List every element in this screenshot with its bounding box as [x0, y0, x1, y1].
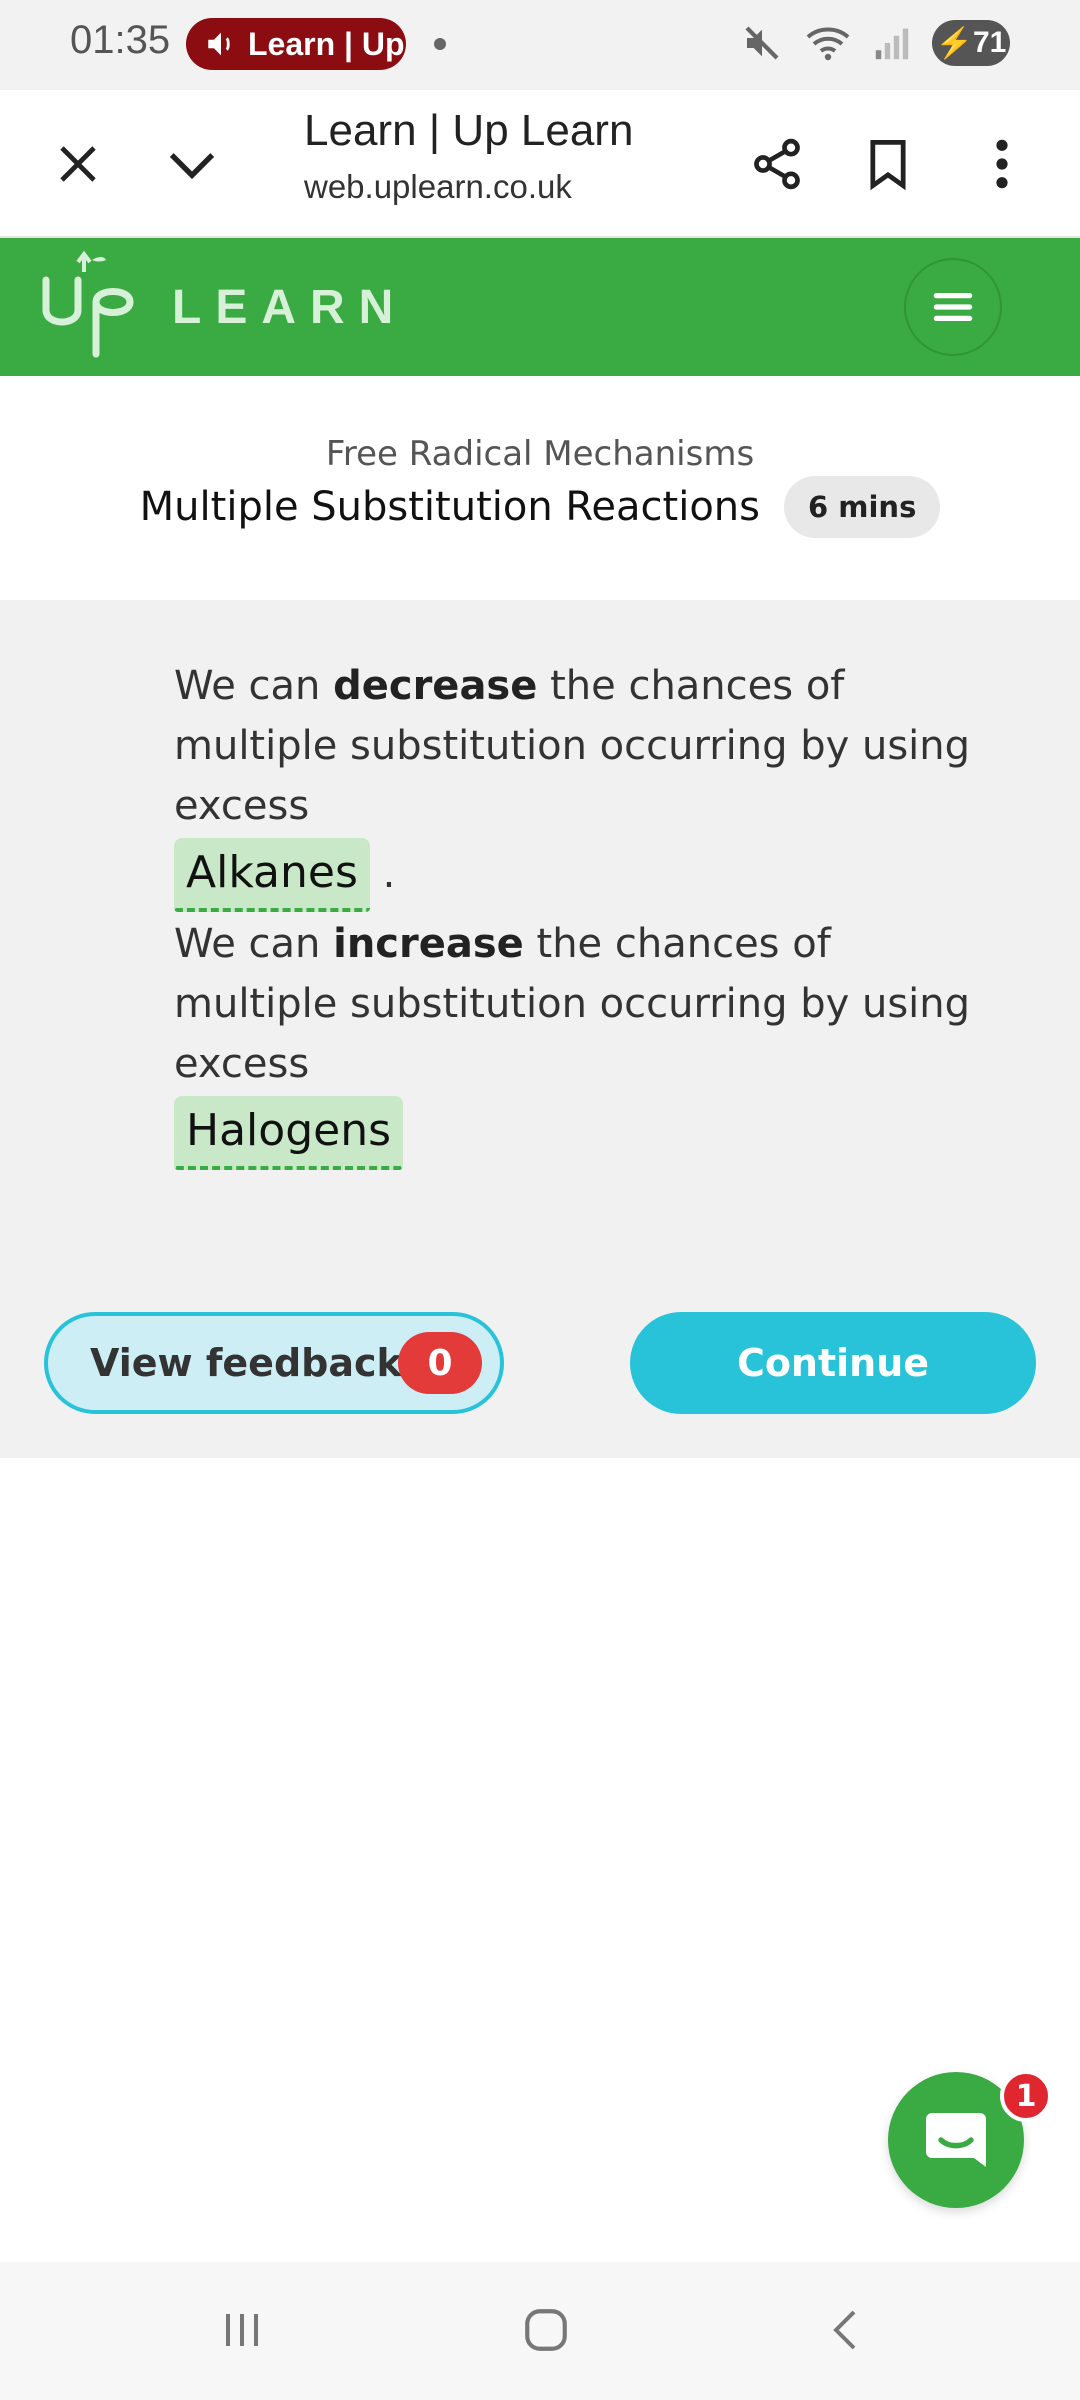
status-icons: ⚡ 71 [742, 20, 1010, 66]
system-nav-bar [0, 2262, 1080, 2400]
site-logo[interactable]: LEARN [38, 248, 407, 366]
share-icon [754, 138, 800, 190]
chevron-down-icon [169, 153, 215, 180]
statement-2-emphasis: increase [333, 921, 524, 967]
recent-apps-button[interactable] [192, 2290, 292, 2370]
close-icon [60, 146, 96, 182]
continue-button[interactable]: Continue [630, 1312, 1036, 1414]
back-button[interactable] [796, 2290, 896, 2370]
lesson-header: Free Radical Mechanisms Multiple Substit… [0, 376, 1080, 600]
more-options-button[interactable] [962, 124, 1042, 204]
site-header: LEARN [0, 238, 1080, 376]
view-feedback-label: View feedback [90, 1341, 402, 1385]
recent-apps-icon [226, 2314, 258, 2346]
notification-dot [434, 38, 446, 50]
statement-1-suffix: . [382, 851, 396, 897]
battery-level: 71 [972, 26, 1007, 59]
status-time: 01:35 [70, 18, 171, 62]
lesson-title-row: Multiple Substitution Reactions 6 mins [0, 476, 1080, 538]
hamburger-menu-icon [933, 293, 973, 321]
back-icon [833, 2310, 856, 2350]
close-tab-button[interactable] [38, 124, 118, 204]
home-button[interactable] [496, 2290, 596, 2370]
wifi-icon [806, 27, 850, 61]
home-icon [525, 2309, 567, 2351]
statement-1: We can decrease the chances of multiple … [174, 656, 974, 912]
minimize-button[interactable] [152, 124, 232, 204]
mute-icon [745, 26, 779, 60]
page-title: Learn | Up Learn [304, 106, 634, 155]
lesson-title: Multiple Substitution Reactions [139, 484, 760, 530]
question-area: We can decrease the chances of multiple … [0, 600, 1080, 1458]
statement-1-prefix: We can [174, 663, 334, 709]
signal-icon [875, 28, 909, 60]
status-bar: 01:35 Learn | Up ⚡ 71 [0, 0, 1080, 90]
logo-wordmark: LEARN [172, 280, 408, 334]
bookmark-button[interactable] [848, 124, 928, 204]
media-chip-label: Learn | Up [248, 25, 405, 62]
view-feedback-button[interactable]: View feedback 0 [44, 1312, 504, 1414]
answer-2-blank[interactable]: Halogens [174, 1096, 404, 1170]
chat-unread-badge: 1 [1000, 2070, 1052, 2122]
lesson-topic: Free Radical Mechanisms [325, 434, 755, 474]
more-vert-icon [996, 139, 1008, 189]
battery-icon: ⚡ 71 [932, 20, 1010, 66]
statement-2: We can increase the chances of multiple … [174, 914, 974, 1170]
up-logo-icon [42, 250, 134, 358]
browser-toolbar: Learn | Up Learn web.uplearn.co.uk [0, 90, 1080, 238]
volume-icon [208, 32, 230, 56]
site-menu-button[interactable] [904, 258, 1002, 356]
page-url[interactable]: web.uplearn.co.uk [304, 168, 572, 206]
statement-2-prefix: We can [174, 921, 334, 967]
media-playing-chip[interactable]: Learn | Up [186, 18, 406, 70]
duration-badge: 6 mins [783, 476, 941, 538]
bookmark-icon [870, 139, 906, 191]
answer-1-blank[interactable]: Alkanes [174, 838, 370, 912]
share-button[interactable] [737, 124, 817, 204]
feedback-count-badge: 0 [398, 1332, 482, 1394]
chat-icon [926, 2113, 986, 2167]
statement-1-emphasis: decrease [333, 663, 538, 709]
